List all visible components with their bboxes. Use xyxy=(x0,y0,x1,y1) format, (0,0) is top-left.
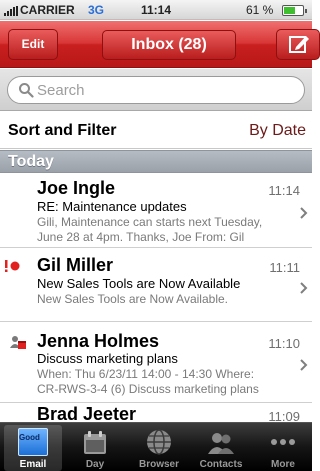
sort-value[interactable]: By Date xyxy=(249,122,306,140)
message-row[interactable]: Jenna Holmes 11:10 Discuss marketing pla… xyxy=(0,323,312,403)
contacts-icon xyxy=(208,433,234,454)
calendar-icon xyxy=(84,431,106,454)
tab-label: Contacts xyxy=(199,459,243,470)
message-row[interactable]: Brad Jeeter 11:09 xyxy=(0,404,312,422)
tab-more[interactable]: More xyxy=(254,425,312,471)
search-icon xyxy=(19,83,34,98)
message-subject: New Sales Tools are Now Available xyxy=(37,276,241,291)
message-row[interactable]: Joe Ingle 11:14 RE: Maintenance updates … xyxy=(0,174,312,248)
battery-icon xyxy=(282,5,307,16)
search-bar: Search xyxy=(0,69,312,111)
tab-label: Day xyxy=(85,459,105,470)
sort-filter-row[interactable]: Sort and Filter By Date xyxy=(0,112,312,149)
more-icon xyxy=(271,439,295,445)
message-sender: Brad Jeeter xyxy=(37,404,137,422)
message-subject: Discuss marketing plans xyxy=(37,351,178,366)
nav-bar: Edit Inbox (28) xyxy=(0,21,320,68)
high-priority-icon xyxy=(5,260,20,272)
message-preview: New Sales Tools are Now Available. xyxy=(37,292,299,307)
search-input[interactable]: Search xyxy=(7,76,305,104)
meeting-icon xyxy=(10,336,26,349)
message-preview-line: Gili, Maintenance can starts next Tuesda… xyxy=(37,215,263,229)
message-time: 11:14 xyxy=(268,183,300,198)
status-bar: CARRIER 3G 11:14 61 % xyxy=(0,0,312,20)
message-subject: RE: Maintenance updates xyxy=(37,199,187,214)
search-placeholder: Search xyxy=(37,82,85,99)
tab-day[interactable]: Day xyxy=(66,425,124,471)
chevron-right-icon xyxy=(300,207,308,219)
battery-level xyxy=(284,7,295,14)
battery-percent: 61 % xyxy=(246,3,274,17)
tab-label: Email xyxy=(19,459,47,470)
message-row[interactable]: Gil Miller 11:11 New Sales Tools are Now… xyxy=(0,249,312,322)
chevron-right-icon xyxy=(300,282,308,294)
tab-label: More xyxy=(271,459,295,470)
message-time: 11:11 xyxy=(269,260,300,275)
sort-filter-label: Sort and Filter xyxy=(8,122,117,139)
tab-browser[interactable]: Browser xyxy=(130,425,188,471)
message-preview-line: New Sales Tools are Now Available. xyxy=(37,292,228,306)
message-sender: Gil Miller xyxy=(37,255,114,275)
good-email-icon: Good xyxy=(18,428,48,456)
tab-label: Browser xyxy=(138,459,179,470)
section-header-today: Today xyxy=(0,150,312,173)
message-preview: Gili, Maintenance can starts next Tuesda… xyxy=(37,215,299,245)
compose-icon xyxy=(289,36,309,53)
globe-icon xyxy=(147,429,171,455)
message-time: 11:09 xyxy=(268,409,300,422)
inbox-title[interactable]: Inbox (28) xyxy=(102,30,236,60)
message-preview-line: June 28 at 4pm. Thanks, Joe From: Gil xyxy=(37,230,245,244)
tab-contacts[interactable]: Contacts xyxy=(192,425,250,471)
good-logo-text: Good xyxy=(19,433,40,442)
edit-button[interactable]: Edit xyxy=(8,29,58,60)
message-sender: Joe Ingle xyxy=(37,178,116,198)
message-time: 11:10 xyxy=(268,336,300,351)
tab-email[interactable]: Good Email xyxy=(4,425,62,471)
message-preview-line: CR-RWS-3-4 (6) Discuss marketing plans xyxy=(37,382,259,396)
message-sender: Jenna Holmes xyxy=(37,331,160,351)
message-preview-line: When: Thu 6/23/11 14:00 - 14:30 Where: xyxy=(37,367,255,381)
chevron-right-icon xyxy=(300,359,308,371)
compose-button[interactable] xyxy=(276,29,320,60)
tab-bar: Good Email Day Browser Contacts More xyxy=(0,422,312,471)
message-preview: When: Thu 6/23/11 14:00 - 14:30 Where: C… xyxy=(37,367,299,397)
